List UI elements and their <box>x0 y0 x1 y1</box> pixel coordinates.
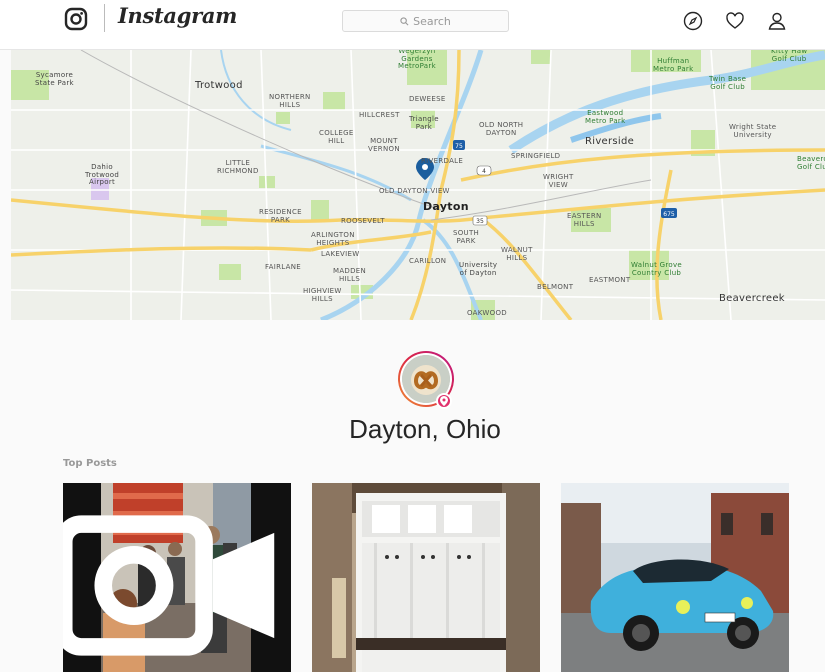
map-label-mount-vernon: MOUNT VERNON <box>368 137 400 153</box>
video-icon <box>63 515 275 656</box>
map-label-college-hill: COLLEGE HILL <box>319 129 354 145</box>
map-label-carillon: CARILLON <box>409 257 447 265</box>
shield-75: 75 <box>455 143 463 150</box>
post-thumbnail[interactable] <box>561 483 789 672</box>
map-label-beavercreek-golf: BeavercreGolf Clu <box>797 155 825 171</box>
map-label-old-north-dayton: OLD NORTH DAYTON <box>479 121 524 137</box>
map-label-fairlane: FAIRLANE <box>265 263 302 271</box>
map-label-huffman: Huffman Metro Park <box>653 57 694 73</box>
map-label-riverdale: RIVERDALE <box>421 157 464 165</box>
post-thumbnail[interactable] <box>63 483 291 672</box>
map-label-trotwood: Trotwood <box>195 80 243 91</box>
location-title: Dayton, Ohio <box>349 414 501 444</box>
instagram-logo-icon[interactable] <box>64 7 88 31</box>
map-label-riverside: Riverside <box>585 136 635 147</box>
map-label-university: University of Dayton <box>459 261 498 277</box>
map-label-dayton: Dayton <box>423 200 469 213</box>
post-image-blue-car <box>561 483 789 672</box>
search-input[interactable]: Search <box>342 10 509 32</box>
map-label-wright-view: WRIGHT VIEW <box>543 173 574 189</box>
map-label-arlington-heights: ARLINGTON HEIGHTS <box>311 231 355 247</box>
map-label-little-richmond: LITTLE RICHMOND <box>217 159 259 175</box>
post-image-mudroom-cabinet <box>312 483 540 672</box>
map-label-wright-state: Wright State University <box>729 123 777 139</box>
map-canvas: 75 4 35 675 <box>11 50 825 320</box>
map-label-south-park: SOUTH PARK <box>453 229 480 245</box>
location-map[interactable]: 75 4 35 675 Sycamore State Park Trotwood … <box>11 50 825 320</box>
search-placeholder: Search <box>413 14 451 28</box>
map-label-springfield: SPRINGFIELD <box>511 152 561 160</box>
location-pin-icon <box>436 393 452 409</box>
map-label-triangle-park: Triangle Park <box>409 115 439 131</box>
map-label-lakeview: LAKEVIEW <box>321 250 360 258</box>
map-label-eastmont: EASTMONT <box>589 276 631 284</box>
search-icon <box>400 16 409 25</box>
map-label-eastern-hills: EASTERN HILLS <box>567 212 602 228</box>
map-label-deweese: DEWEESE <box>409 95 446 103</box>
shield-4: 4 <box>482 168 486 175</box>
instagram-wordmark[interactable]: Instagram <box>118 3 237 28</box>
shield-35: 35 <box>476 218 484 225</box>
map-label-highview-hills: HIGHVIEW HILLS <box>303 287 342 303</box>
map-label-twin-base: Twin Base Golf Club <box>709 75 747 91</box>
logo-divider <box>104 4 105 32</box>
profile-icon[interactable] <box>767 11 787 31</box>
top-posts-label: Top Posts <box>63 458 117 469</box>
map-label-hillcrest: HILLCREST <box>359 111 400 119</box>
map-label-roosevelt: ROOSEVELT <box>341 217 385 225</box>
map-label-airport: Dahio Trotwood Airport <box>85 163 120 187</box>
map-label-walnut-hills: WALNUT HILLS <box>501 246 533 262</box>
map-label-wegerzyn: Wegerzyn Gardens MetroPark <box>398 50 436 71</box>
map-label-belmont: BELMONT <box>537 283 574 291</box>
map-label-old-dayton-view: OLD DAYTON VIEW <box>379 187 450 195</box>
map-label-eastwood: Eastwood Metro Park <box>585 109 626 125</box>
map-label-residence-park: RESIDENCE PARK <box>259 208 302 224</box>
map-label-oakwood: OAKWOOD <box>467 309 507 317</box>
map-label-madden-hills: MADDEN HILLS <box>333 267 367 283</box>
map-label-sycamore: Sycamore State Park <box>35 71 74 87</box>
map-label-walnut-grove: Walnut Grove Country Club <box>631 261 683 277</box>
map-label-kitty-hawk: Kitty Haw Golf Club <box>771 50 808 63</box>
map-label-northern-hills: NORTHERN HILLS <box>269 93 311 109</box>
shield-675: 675 <box>663 211 675 218</box>
post-thumbnail[interactable] <box>312 483 540 672</box>
map-label-beavercreek: Beavercreek <box>719 293 785 304</box>
top-nav: Instagram Search <box>0 0 825 50</box>
heart-icon[interactable] <box>725 11 745 31</box>
compass-icon[interactable] <box>683 11 703 31</box>
